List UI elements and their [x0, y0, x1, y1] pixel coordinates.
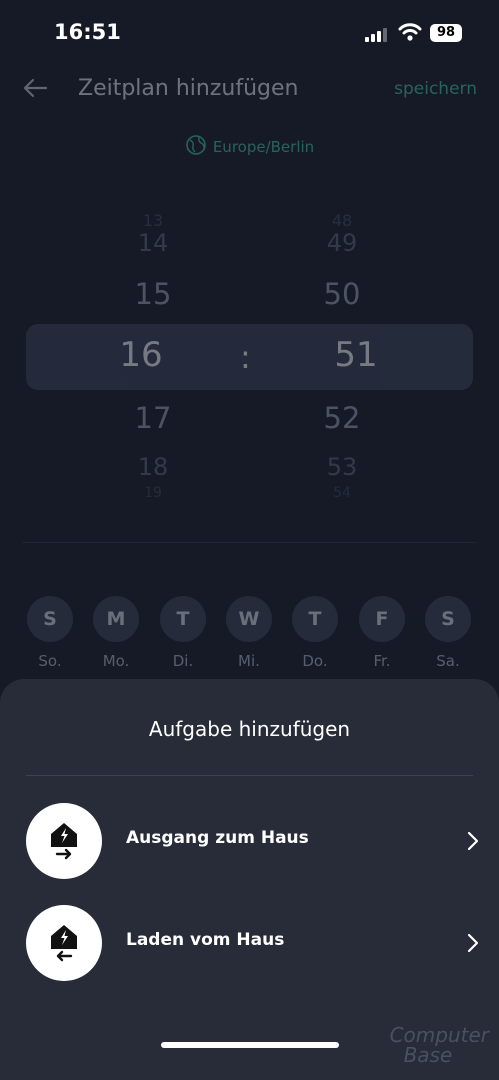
- battery-indicator: 98: [430, 24, 462, 42]
- minute-option[interactable]: 50: [292, 277, 392, 311]
- watermark: Computer Base: [390, 1025, 489, 1065]
- task-label: Laden vom Haus: [126, 930, 285, 950]
- sheet-divider: [26, 775, 473, 776]
- hour-option[interactable]: 18: [103, 453, 203, 481]
- day-toggle-sunday[interactable]: S: [27, 596, 73, 642]
- day-toggle-friday[interactable]: F: [359, 596, 405, 642]
- day-toggle-tuesday[interactable]: T: [160, 596, 206, 642]
- day-label: Mi.: [238, 652, 260, 670]
- day-toggle-saturday[interactable]: S: [425, 596, 471, 642]
- day-toggle-monday[interactable]: M: [93, 596, 139, 642]
- back-arrow-icon[interactable]: [22, 77, 48, 99]
- minute-option[interactable]: 54: [292, 485, 392, 501]
- minute-option[interactable]: 49: [292, 229, 392, 257]
- timezone-label: Europe/Berlin: [212, 138, 315, 156]
- house-import-icon: [26, 905, 102, 981]
- chevron-right-icon: [467, 933, 479, 953]
- hour-option[interactable]: 17: [103, 401, 203, 435]
- time-picker[interactable]: 13 14 15 16 17 18 19 : 48 49 50 51 52 53…: [0, 205, 499, 505]
- sheet-title: Aufgabe hinzufügen: [148, 717, 351, 741]
- minute-option[interactable]: 52: [292, 401, 392, 435]
- timezone-selector[interactable]: Europe/Berlin: [0, 134, 499, 156]
- task-label: Ausgang zum Haus: [126, 828, 309, 848]
- selected-hour[interactable]: 16: [91, 335, 191, 375]
- task-item-export-to-house[interactable]: Ausgang zum Haus: [0, 801, 499, 881]
- weekday-selector: S M T W T F S So. Mo. Di. Mi. Do. Fr. Sa…: [0, 596, 499, 676]
- chevron-right-icon: [467, 831, 479, 851]
- hour-option[interactable]: 13: [103, 211, 203, 230]
- hour-option[interactable]: 14: [103, 229, 203, 257]
- divider: [22, 542, 477, 543]
- add-task-sheet: Aufgabe hinzufügen Ausgang zum Haus Lade…: [0, 679, 499, 1080]
- selected-minute[interactable]: 51: [306, 335, 406, 375]
- day-label: Mo.: [102, 652, 130, 670]
- header: Zeitplan hinzufügen speichern: [0, 66, 499, 114]
- hour-option[interactable]: 19: [103, 485, 203, 501]
- day-label: Di.: [172, 652, 194, 670]
- save-button[interactable]: speichern: [394, 79, 477, 99]
- watermark-line: Base: [403, 1043, 453, 1067]
- day-label: Fr.: [373, 652, 391, 670]
- house-export-icon: [26, 803, 102, 879]
- page-title: Zeitplan hinzufügen: [78, 76, 299, 101]
- minute-option[interactable]: 53: [292, 453, 392, 481]
- task-item-charge-from-house[interactable]: Laden vom Haus: [0, 903, 499, 983]
- wifi-icon: [398, 23, 422, 41]
- watermark-line: Computer: [389, 1023, 489, 1047]
- minute-option[interactable]: 48: [292, 211, 392, 230]
- day-label: So.: [38, 652, 62, 670]
- cellular-signal-icon: [365, 26, 391, 42]
- hour-option[interactable]: 15: [103, 277, 203, 311]
- status-bar: 16:51 98: [0, 0, 499, 66]
- home-indicator[interactable]: [161, 1042, 339, 1048]
- time-separator: :: [240, 338, 251, 376]
- day-label: Do.: [302, 652, 328, 670]
- day-toggle-thursday[interactable]: T: [292, 596, 338, 642]
- day-label: Sa.: [436, 652, 460, 670]
- status-time: 16:51: [54, 20, 121, 44]
- day-toggle-wednesday[interactable]: W: [226, 596, 272, 642]
- globe-icon: [186, 135, 206, 155]
